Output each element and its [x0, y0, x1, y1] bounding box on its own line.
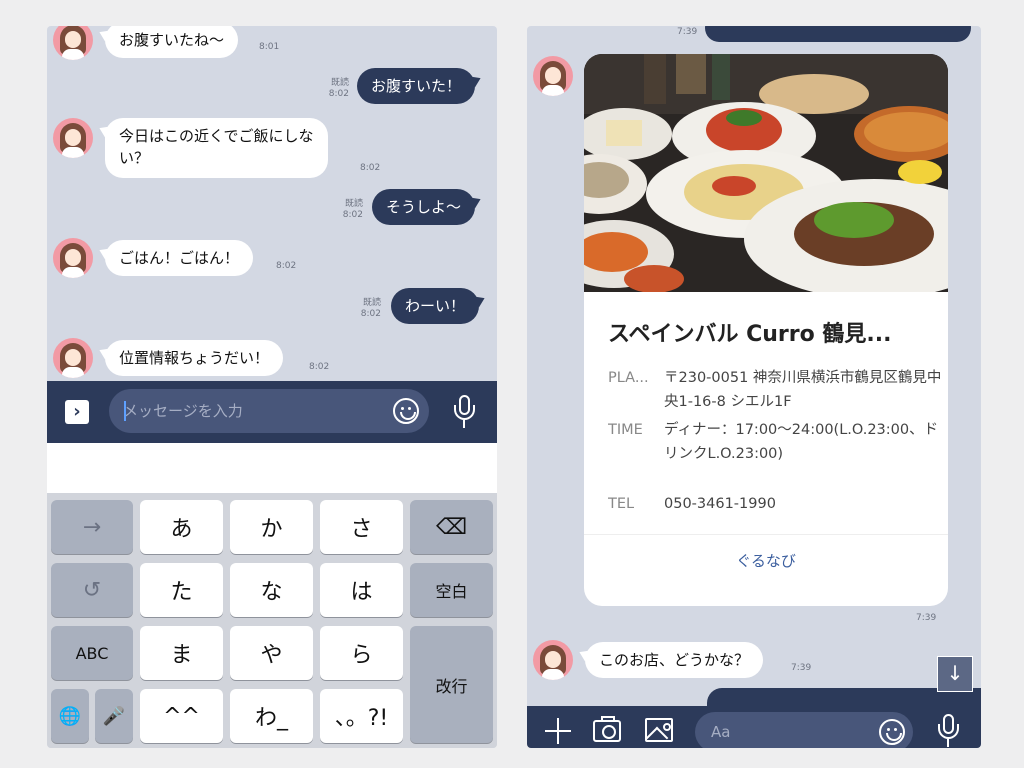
- message-input-wrapper[interactable]: [109, 389, 429, 433]
- previous-outgoing-bubble: [705, 26, 971, 42]
- key-abc[interactable]: ABC: [51, 626, 133, 680]
- key-ta[interactable]: た: [140, 563, 223, 617]
- message-time: 7:39: [791, 663, 812, 673]
- microphone-icon[interactable]: [451, 395, 477, 429]
- message-line: 今日はこの近くでご飯にしな: [119, 127, 314, 145]
- location-card[interactable]: スペインバル Curro 鶴見... PLA... 〒230-0051 神奈川県…: [584, 54, 948, 606]
- phone-label: TEL: [608, 496, 635, 512]
- incoming-message-bubble: お腹すいたね〜: [105, 26, 239, 58]
- expand-menu-button[interactable]: ›: [65, 400, 89, 424]
- key-ka[interactable]: か: [230, 500, 313, 554]
- key-ra[interactable]: ら: [320, 626, 403, 680]
- gurunavi-link[interactable]: ぐるなび: [584, 550, 948, 571]
- scroll-down-button[interactable]: ↓: [937, 656, 973, 692]
- message-input[interactable]: [711, 720, 851, 744]
- key-arrow-right[interactable]: →: [51, 500, 133, 554]
- message-read-meta: 既読 8:02: [328, 78, 349, 99]
- address-label: PLA...: [608, 370, 649, 386]
- outgoing-message-bubble: わーい！: [391, 288, 480, 324]
- key-ma[interactable]: ま: [140, 626, 223, 680]
- left-chat-screen: お腹すいたね〜 8:01 既読 8:02 お腹すいた！ 今日はこの近くでご飯にしな…: [47, 26, 497, 748]
- phone-value[interactable]: 050-3461-1990: [664, 492, 944, 516]
- incoming-message-bubble: 今日はこの近くでご飯にしな い？: [105, 118, 328, 178]
- contact-avatar[interactable]: [533, 640, 573, 680]
- key-undo[interactable]: ↺: [51, 563, 133, 617]
- key-punctuation[interactable]: 、。?!: [320, 689, 403, 743]
- key-ya[interactable]: や: [230, 626, 313, 680]
- image-icon[interactable]: [645, 718, 673, 742]
- message-input[interactable]: [123, 399, 383, 423]
- dictation-mic-icon[interactable]: 🎤: [95, 689, 133, 743]
- key-backspace[interactable]: ⌫: [410, 500, 493, 554]
- contact-avatar[interactable]: [53, 238, 93, 278]
- address-value: 〒230-0051 神奈川県横浜市鶴見区鶴見中央1-16-8 シエル1F: [664, 370, 942, 410]
- message-time: 7:39: [677, 27, 698, 37]
- incoming-message-bubble: ごはん！ごはん！: [105, 240, 254, 276]
- restaurant-photo: [584, 54, 948, 292]
- emoji-icon[interactable]: [879, 719, 905, 745]
- key-emoticon[interactable]: ^^: [140, 689, 223, 743]
- key-na[interactable]: な: [230, 563, 313, 617]
- right-chat-screen: 7:39 スペインバル Curro 鶴見... PLA... 〒230-0051…: [527, 26, 981, 748]
- text-caret: [124, 401, 126, 421]
- incoming-message-bubble: 位置情報ちょうだい！: [105, 340, 284, 376]
- emoji-icon[interactable]: [393, 398, 419, 424]
- camera-icon[interactable]: [593, 716, 621, 742]
- key-a[interactable]: あ: [140, 500, 223, 554]
- hours-row: TIME ディナー：17:00〜24:00(L.O.23:00、ドリンクL.O.…: [608, 418, 938, 492]
- outgoing-message-bubble: お腹すいた！: [357, 68, 476, 104]
- message-time: 8:01: [259, 42, 280, 52]
- key-wa[interactable]: わ_: [230, 689, 313, 743]
- hours-value: ディナー：17:00〜24:00(L.O.23:00、ドリンクL.O.23:00…: [664, 422, 939, 462]
- address-row: PLA... 〒230-0051 神奈川県横浜市鶴見区鶴見中央1-16-8 シエ…: [608, 366, 941, 416]
- key-ha[interactable]: は: [320, 563, 403, 617]
- message-time: 8:02: [276, 261, 297, 271]
- contact-avatar[interactable]: [53, 26, 93, 60]
- message-read-meta: 既読 8:02: [342, 199, 363, 220]
- message-time: 7:39: [916, 613, 937, 623]
- message-line: い？: [119, 149, 150, 167]
- globe-icon[interactable]: 🌐: [51, 689, 89, 743]
- message-time: 8:02: [309, 362, 330, 372]
- keyboard-suggestion-strip: [47, 443, 497, 493]
- message-time: 8:02: [360, 163, 381, 173]
- outgoing-message-bubble: そうしよ〜: [372, 189, 476, 225]
- card-divider: [584, 534, 948, 535]
- key-sa[interactable]: さ: [320, 500, 403, 554]
- key-space[interactable]: 空白: [410, 563, 493, 617]
- microphone-icon[interactable]: [935, 714, 961, 748]
- message-read-meta: 既読 8:02: [360, 298, 381, 319]
- message-input-wrapper[interactable]: [695, 712, 913, 748]
- contact-avatar[interactable]: [53, 338, 93, 378]
- japanese-keyboard: → あ か さ ⌫ ↺ た な は 空白 ABC ま や ら 改行 🌐 🎤 ^^…: [47, 493, 497, 748]
- restaurant-name: スペインバル Curro 鶴見...: [608, 322, 892, 347]
- message-input-bar: ›: [47, 381, 497, 443]
- key-enter[interactable]: 改行: [410, 626, 493, 743]
- plus-icon[interactable]: [545, 718, 571, 744]
- hours-label: TIME: [608, 422, 643, 438]
- contact-avatar[interactable]: [53, 118, 93, 158]
- contact-avatar[interactable]: [533, 56, 573, 96]
- incoming-message-bubble: このお店、どうかな？: [585, 642, 764, 678]
- phone-row: TEL 050-3461-1990: [608, 492, 938, 516]
